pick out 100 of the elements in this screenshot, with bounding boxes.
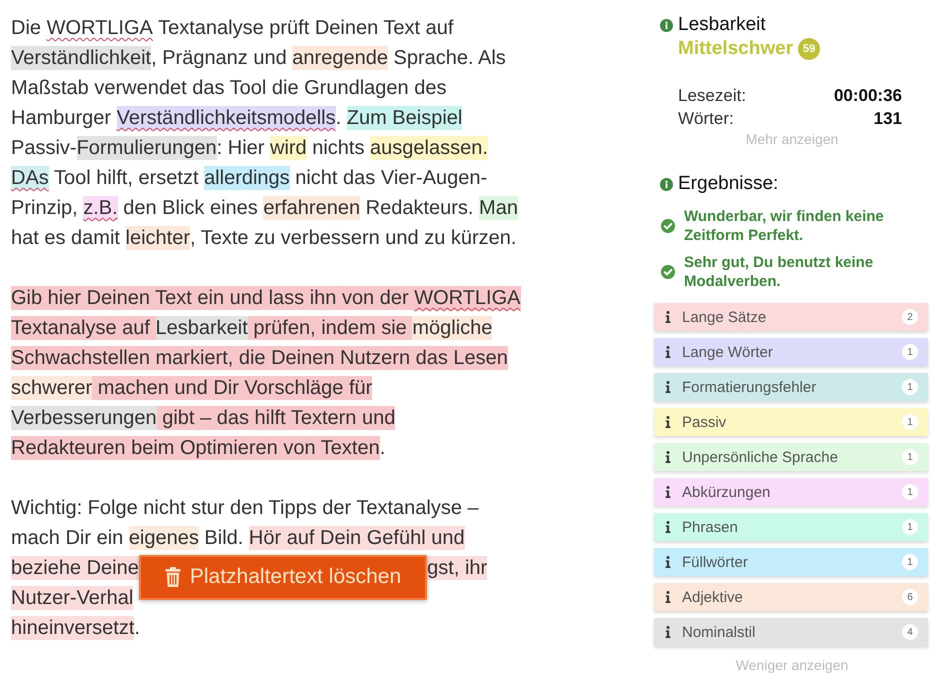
stat-label: Wörter: xyxy=(678,108,734,128)
body-text: . xyxy=(336,106,342,130)
body-text: hat es damit xyxy=(11,226,121,250)
body-text: Maßstab verwendet das Tool die Grundlagen des xyxy=(11,76,446,100)
check-icon xyxy=(661,219,675,233)
highlighted-text: DAs xyxy=(11,166,49,190)
highlighted-text: gibt – das hilft Textern und xyxy=(156,406,396,430)
category-label: Nominalstil xyxy=(682,624,756,640)
body-text: Hamburger xyxy=(11,106,112,130)
stat-label: Lesezeit: xyxy=(678,86,746,106)
body-text: Passiv- xyxy=(11,136,77,160)
highlighted-text: Textanalyse auf xyxy=(11,316,156,340)
highlighted-text: gst, ihr xyxy=(427,556,488,580)
category-row[interactable]: Abkürzungen 1 xyxy=(654,478,928,506)
category-label: Adjektive xyxy=(682,588,743,606)
body-text: . xyxy=(134,616,140,640)
info-icon xyxy=(665,626,671,638)
info-icon[interactable] xyxy=(660,178,673,190)
highlighted-text: Nutzer-Verhal xyxy=(11,586,134,610)
body-text: mach Dir ein xyxy=(11,526,124,550)
category-row[interactable]: Unpersönliche Sprache 1 xyxy=(654,443,928,471)
category-label: Abkürzungen xyxy=(682,484,770,500)
highlighted-text: Redakteuren beim Optimieren von Texten xyxy=(11,436,380,460)
flagged-word: WORTLIGA xyxy=(46,16,153,40)
highlighted-text: z.B. xyxy=(83,196,118,220)
readability-score: 59 xyxy=(798,38,820,60)
readability-rating: Mittelschwer xyxy=(678,38,794,60)
issue-count: 1 xyxy=(902,554,918,570)
highlighted-text: erfahrenen xyxy=(263,196,360,220)
issue-count: 1 xyxy=(902,344,918,360)
highlighted-text: WORTLIGA xyxy=(414,286,521,310)
highlighted-text: Verbesserungen xyxy=(11,406,157,430)
body-text: , Texte zu verbessern und zu kürzen. xyxy=(190,226,516,250)
issue-count: 1 xyxy=(902,484,918,500)
category-row[interactable]: Passiv 1 xyxy=(654,408,928,436)
body-text: . xyxy=(380,436,386,460)
highlighted-text: Schwachstellen markiert, die Deinen Nutzern das Lesen xyxy=(11,346,508,370)
highlighted-text: anregende xyxy=(292,46,388,70)
info-icon xyxy=(665,521,671,533)
category-row[interactable]: Phrasen 1 xyxy=(654,513,928,541)
issue-count: 1 xyxy=(902,449,918,465)
highlighted-text: Verständlichkeit xyxy=(11,46,152,70)
section-title: Lesbarkeit xyxy=(678,14,766,36)
check-icon xyxy=(661,265,675,279)
body-text: Textanalyse prüft Deinen Text auf xyxy=(157,16,454,40)
highlighted-text: wird xyxy=(270,136,307,160)
category-label: Formatierungsfehler xyxy=(682,378,816,396)
body-text: Sprache. Als xyxy=(392,46,506,70)
stat-value: 131 xyxy=(874,108,902,128)
body-text: : Hier xyxy=(216,136,266,160)
category-label: Lange Sätze xyxy=(682,308,766,326)
trash-icon xyxy=(164,567,181,587)
info-icon xyxy=(665,486,671,498)
info-icon xyxy=(665,311,671,323)
highlighted-text: schwerer xyxy=(11,376,92,400)
body-text: nichts xyxy=(311,136,366,160)
issue-count: 6 xyxy=(902,589,918,605)
info-icon xyxy=(665,556,671,568)
category-label: Passiv xyxy=(682,414,726,430)
highlighted-text: leichter xyxy=(126,226,190,250)
info-icon[interactable] xyxy=(660,18,673,32)
body-text: , Prägnanz und xyxy=(151,46,288,70)
body-text: Bild. xyxy=(203,526,244,550)
highlighted-text: prüfen, indem sie xyxy=(248,316,412,340)
highlighted-text: eigenes xyxy=(128,526,199,550)
highlighted-text: Gib hier Deinen Text ein und lass ihn von der xyxy=(11,286,414,310)
body-text: nicht das Vier-Augen- xyxy=(294,166,488,190)
highlighted-text: Lesbarkeit xyxy=(156,316,248,340)
section-title: Ergebnisse: xyxy=(678,173,778,195)
highlighted-text: beziehe Deine xyxy=(11,556,139,580)
info-icon xyxy=(665,591,671,603)
highlighted-text: allerdings xyxy=(204,166,290,190)
category-row[interactable]: Lange Wörter 1 xyxy=(654,338,928,366)
body-text: Prinzip, xyxy=(11,196,79,220)
info-icon xyxy=(665,451,671,463)
category-row[interactable]: Nominalstil 4 xyxy=(654,618,928,646)
body-text: den Blick eines xyxy=(122,196,259,220)
category-row[interactable]: Formatierungsfehler 1 xyxy=(654,373,928,401)
result-message: Wunderbar, wir finden keine Zeitform Perfekt. xyxy=(684,207,885,245)
category-label: Unpersönliche Sprache xyxy=(682,448,838,466)
highlighted-text: Zum Beispiel xyxy=(346,106,462,130)
issue-count: 1 xyxy=(902,414,918,430)
category-row[interactable]: Lange Sätze 2 xyxy=(654,303,928,331)
delete-placeholder-button[interactable]: Platzhaltertext löschen xyxy=(138,554,428,600)
category-row[interactable]: Adjektive 6 xyxy=(654,583,928,611)
highlighted-text: Formulierungen xyxy=(76,136,217,160)
category-label: Füllwörter xyxy=(682,554,748,570)
body-text: Tool hilft, ersetzt xyxy=(52,166,200,190)
body-text: Wichtig: Folge nicht stur den Tipps der Textanalyse – xyxy=(11,496,479,520)
category-row[interactable]: Füllwörter 1 xyxy=(654,548,928,576)
result-message: Sehr gut, Du benutzt keine Modalverben. xyxy=(684,253,874,291)
info-icon xyxy=(665,416,671,428)
info-icon xyxy=(665,381,671,393)
highlighted-text: machen und Dir Vorschläge für xyxy=(92,376,372,400)
highlighted-text: Man xyxy=(479,196,518,220)
highlighted-text: Hör auf Dein Gefühl und xyxy=(248,526,465,550)
highlighted-text: hineinversetzt xyxy=(11,616,134,640)
highlighted-text: mögliche xyxy=(412,316,492,340)
issue-count: 1 xyxy=(902,379,918,395)
body-text: Die xyxy=(11,16,42,40)
